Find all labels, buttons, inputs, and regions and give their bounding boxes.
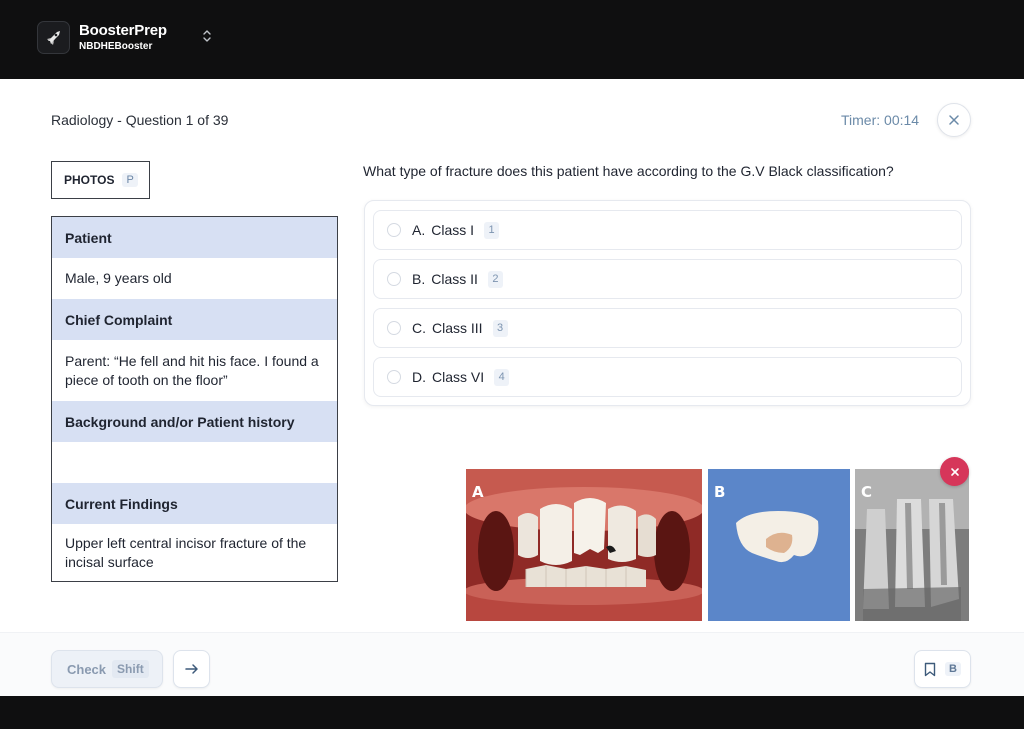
next-button[interactable] — [173, 650, 210, 688]
answer-option-a[interactable]: A. Class I 1 — [373, 210, 962, 250]
radio-button[interactable] — [387, 223, 401, 237]
answer-option-d[interactable]: D. Class VI 4 — [373, 357, 962, 397]
close-icon — [949, 115, 959, 125]
brand-name: BoosterPrep — [79, 22, 167, 39]
radio-button[interactable] — [387, 272, 401, 286]
answer-options: A. Class I 1 B. Class II 2 C. Class III … — [364, 200, 971, 406]
section-heading-patient: Patient — [52, 217, 337, 258]
option-text: Class III — [432, 320, 483, 336]
close-icon — [950, 467, 959, 476]
chevron-up-down-icon[interactable] — [199, 27, 215, 45]
photo-a-intraoral[interactable]: A — [466, 469, 702, 621]
option-letter: D. — [412, 369, 426, 385]
check-button[interactable]: Check Shift — [51, 650, 163, 688]
section-heading-chief-complaint: Chief Complaint — [52, 299, 337, 340]
answer-option-c[interactable]: C. Class III 3 — [373, 308, 962, 348]
timer: Timer: 00:14 — [841, 112, 920, 128]
option-shortcut-badge: 2 — [487, 270, 503, 288]
photo-label-a: A — [472, 483, 484, 501]
section-body-patient: Male, 9 years old — [65, 270, 172, 286]
rocket-logo-icon — [37, 21, 70, 54]
photo-label-b: B — [714, 483, 726, 501]
option-letter: B. — [412, 271, 426, 287]
section-heading-current-findings: Current Findings — [52, 483, 337, 524]
option-letter: C. — [412, 320, 426, 336]
option-text: Class VI — [432, 369, 485, 385]
check-button-label: Check — [67, 661, 107, 677]
section-body-chief-complaint: Parent: “He fell and hit his face. I fou… — [65, 352, 319, 388]
bookmark-button[interactable]: B — [914, 650, 971, 688]
patient-info-panel: Patient Male, 9 years old Chief Complain… — [51, 216, 338, 582]
section-body-background — [52, 442, 337, 483]
photo-label-c: C — [861, 483, 873, 501]
section-heading-background: Background and/or Patient history — [52, 401, 337, 442]
photos-button-label: PHOTOS — [64, 173, 115, 187]
option-text: Class II — [431, 271, 478, 287]
top-bar: BoosterPrep NBDHEBooster — [0, 0, 1024, 79]
section-body-current-findings: Upper left central incisor fracture of t… — [65, 534, 307, 570]
brand-subtitle: NBDHEBooster — [79, 41, 153, 52]
bottom-bar — [0, 696, 1024, 729]
answer-option-b[interactable]: B. Class II 2 — [373, 259, 962, 299]
close-photos-button[interactable] — [940, 457, 969, 486]
option-shortcut-badge: 3 — [492, 319, 508, 337]
check-shortcut-badge: Shift — [112, 660, 149, 678]
photo-b-tooth-fragment[interactable]: B — [708, 469, 850, 621]
photos-button[interactable]: PHOTOS P — [51, 161, 150, 199]
question-text: What type of fracture does this patient … — [363, 163, 894, 179]
bookmark-icon — [924, 662, 936, 676]
radio-button[interactable] — [387, 321, 401, 335]
question-title: Radiology - Question 1 of 39 — [51, 112, 229, 128]
arrow-right-icon — [184, 664, 198, 674]
option-text: Class I — [431, 222, 475, 238]
radio-button[interactable] — [387, 370, 401, 384]
brand[interactable]: BoosterPrep NBDHEBooster — [37, 21, 167, 54]
photo-c-radiograph[interactable]: C — [855, 469, 969, 621]
close-button[interactable] — [937, 103, 971, 137]
option-letter: A. — [412, 222, 426, 238]
bookmark-shortcut-badge: B — [945, 662, 961, 676]
option-shortcut-badge: 4 — [494, 368, 510, 386]
photos-shortcut-badge: P — [122, 173, 138, 187]
clinical-photos: A B C — [466, 469, 969, 621]
option-shortcut-badge: 1 — [484, 221, 500, 239]
